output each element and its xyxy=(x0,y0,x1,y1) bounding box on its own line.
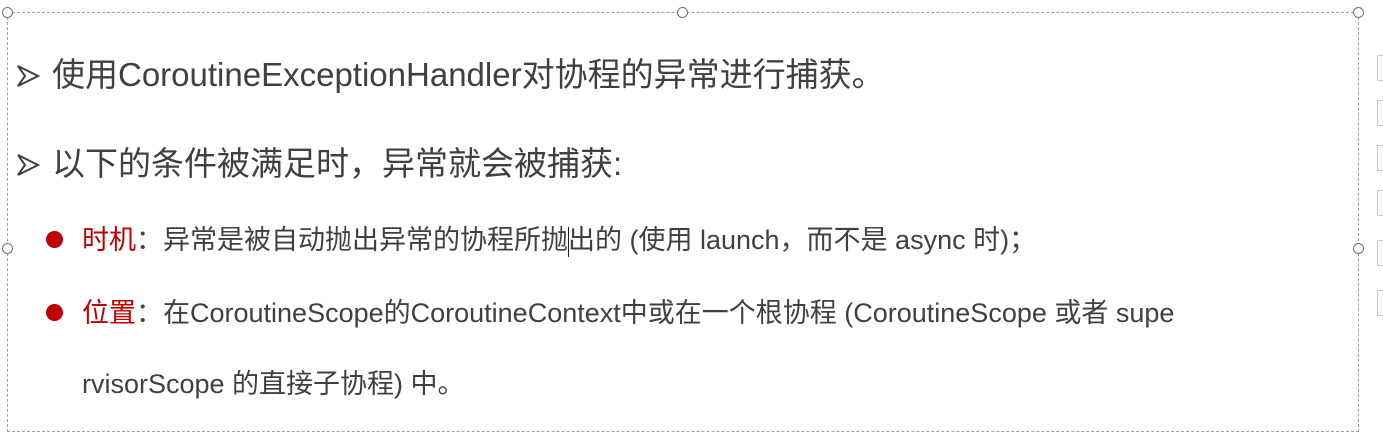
side-pane-button[interactable] xyxy=(1377,240,1383,266)
bullet-text[interactable]: 使用CoroutineExceptionHandler对协程的异常进行捕获。 xyxy=(52,56,885,93)
side-pane-button[interactable] xyxy=(1377,145,1383,171)
sub-bullet-separator[interactable]: ： xyxy=(136,298,163,328)
resize-handle-middle-right[interactable] xyxy=(1353,243,1364,254)
slide-canvas[interactable]: 使用CoroutineExceptionHandler对协程的异常进行捕获。 以… xyxy=(0,0,1383,432)
sub-bullet-term[interactable]: 位置 xyxy=(82,298,136,328)
sub-bullet-text[interactable]: 在CoroutineScope的CoroutineContext中或在一个根协程… xyxy=(163,298,1174,328)
sub-bullet-item-2[interactable]: 位置：在CoroutineScope的CoroutineContext中或在一个… xyxy=(46,295,1174,331)
arrowhead-bullet-icon xyxy=(16,146,42,186)
resize-handle-top-middle[interactable] xyxy=(677,7,688,18)
bullet-text[interactable]: 以下的条件被满足时，异常就会被捕获: xyxy=(52,145,622,182)
side-pane-strip xyxy=(1377,0,1383,421)
bullet-item-1[interactable]: 使用CoroutineExceptionHandler对协程的异常进行捕获。 xyxy=(16,55,885,95)
sub-bullet-text[interactable]: 异常是被自动抛出异常的协程所抛 xyxy=(163,225,568,255)
resize-handle-top-right[interactable] xyxy=(1353,7,1364,18)
sub-bullet-text-after-cursor[interactable]: 出的 (使用 launch，而不是 async 时)； xyxy=(568,225,1036,255)
red-dot-bullet-icon xyxy=(46,304,63,322)
red-dot-bullet-icon xyxy=(46,231,63,249)
arrowhead-bullet-icon xyxy=(16,57,42,97)
resize-handle-top-left[interactable] xyxy=(2,7,13,18)
resize-handle-middle-left[interactable] xyxy=(2,243,13,254)
side-pane-button[interactable] xyxy=(1377,290,1383,316)
side-pane-button[interactable] xyxy=(1377,55,1383,81)
side-pane-button[interactable] xyxy=(1377,100,1383,126)
sub-bullet-item-1[interactable]: 时机：异常是被自动抛出异常的协程所抛出的 (使用 launch，而不是 asyn… xyxy=(46,222,1036,258)
side-pane-button[interactable] xyxy=(1377,190,1383,216)
sub-bullet-separator[interactable]: ： xyxy=(136,225,163,255)
sub-bullet-continuation[interactable]: rvisorScope 的直接子协程) 中。 xyxy=(82,366,465,402)
bullet-item-2[interactable]: 以下的条件被满足时，异常就会被捕获: xyxy=(16,144,622,184)
sub-bullet-term[interactable]: 时机 xyxy=(82,225,136,255)
